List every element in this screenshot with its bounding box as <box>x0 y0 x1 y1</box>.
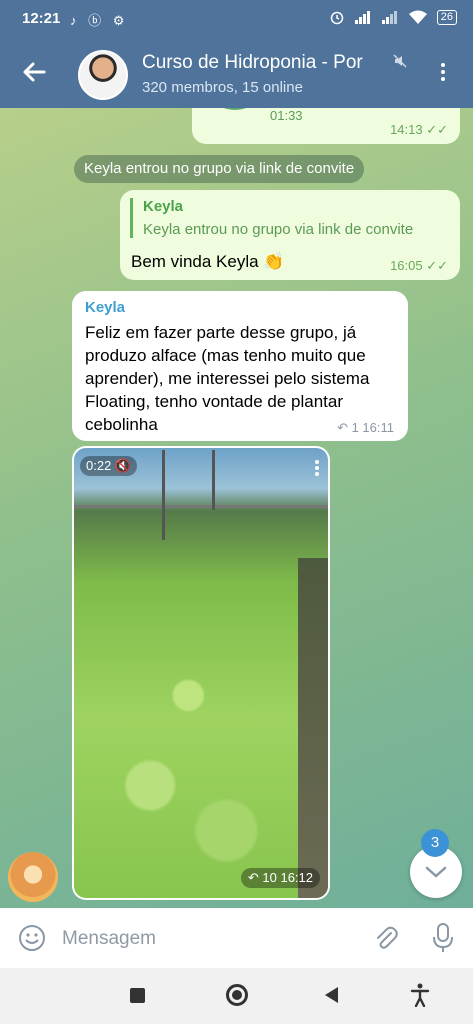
message-text: Bem vinda Keyla 👏 <box>131 252 285 271</box>
video-player[interactable]: 0:22 🔇 ↶ 10 16:12 <box>74 448 328 898</box>
message-meta: ↶ 1 16:11 <box>337 420 394 435</box>
status-time: 12:21 <box>22 10 61 27</box>
reply-quote[interactable]: Keyla Keyla entrou no grupo via link de … <box>130 198 452 238</box>
video-message[interactable]: 0:22 🔇 ↶ 10 16:12 <box>72 446 330 900</box>
service-message: Keyla entrou no grupo via link de convit… <box>74 155 365 183</box>
status-bar: 12:21 ♪ ⓑ ⚙ 26 <box>0 0 473 36</box>
chat-header: Curso de Hidroponia - Por 320 membros, 1… <box>0 36 473 108</box>
play-button[interactable] <box>212 108 258 110</box>
signal-icon <box>354 11 370 24</box>
home-button[interactable] <box>226 984 248 1006</box>
emoji-icon[interactable] <box>18 924 46 952</box>
system-navigation-bar <box>0 968 473 1024</box>
incoming-message[interactable]: Keyla Feliz em fazer parte desse grupo, … <box>72 291 408 441</box>
voice-duration: 01:33 <box>270 108 303 123</box>
accessibility-icon[interactable] <box>410 983 430 1007</box>
microphone-icon[interactable] <box>430 922 456 954</box>
signal-2-icon <box>381 11 397 24</box>
sender-avatar[interactable] <box>8 852 58 902</box>
recents-button[interactable] <box>130 988 145 1003</box>
message-time: 14:13 ✓✓ <box>390 122 448 137</box>
notification-icons: ♪ ⓑ ⚙ <box>70 13 129 28</box>
chevron-down-icon <box>425 866 447 878</box>
alarm-icon <box>330 11 343 25</box>
greenhouse-pole <box>212 450 215 510</box>
message-input[interactable]: Mensagem <box>62 928 156 950</box>
attach-icon[interactable] <box>372 924 400 952</box>
chat-area[interactable]: 01:33 14:13 ✓✓ Keyla entrou no grupo via… <box>0 108 473 908</box>
video-meta: ↶ 10 16:12 <box>240 868 320 888</box>
outgoing-voice-message[interactable]: 01:33 14:13 ✓✓ <box>192 108 460 144</box>
reply-text: Keyla entrou no grupo via link de convit… <box>143 221 414 238</box>
unread-badge[interactable]: 3 <box>421 829 449 857</box>
sender-name[interactable]: Keyla <box>85 299 125 316</box>
back-button[interactable] <box>325 987 338 1003</box>
group-title[interactable]: Curso de Hidroponia - Por <box>142 52 392 74</box>
message-time: 16:05 ✓✓ <box>390 258 448 273</box>
video-options-icon[interactable] <box>314 458 320 480</box>
system-icons: 26 <box>329 9 457 25</box>
outgoing-reply-message[interactable]: Keyla Keyla entrou no grupo via link de … <box>120 190 460 280</box>
group-avatar[interactable] <box>78 50 128 100</box>
wifi-icon <box>408 10 427 24</box>
back-arrow-icon[interactable] <box>20 58 48 86</box>
reply-sender: Keyla <box>143 198 184 215</box>
greenhouse-pole <box>162 450 165 540</box>
group-subtitle: 320 membros, 15 online <box>142 79 303 96</box>
video-duration[interactable]: 0:22 🔇 <box>80 456 138 476</box>
message-composer: Mensagem <box>0 908 473 968</box>
muted-icon <box>393 54 407 68</box>
battery-indicator: 26 <box>436 9 457 25</box>
message-text: Feliz em fazer parte desse grupo, já pro… <box>85 323 370 434</box>
ground-path <box>298 558 328 898</box>
more-options-icon[interactable] <box>434 60 452 86</box>
